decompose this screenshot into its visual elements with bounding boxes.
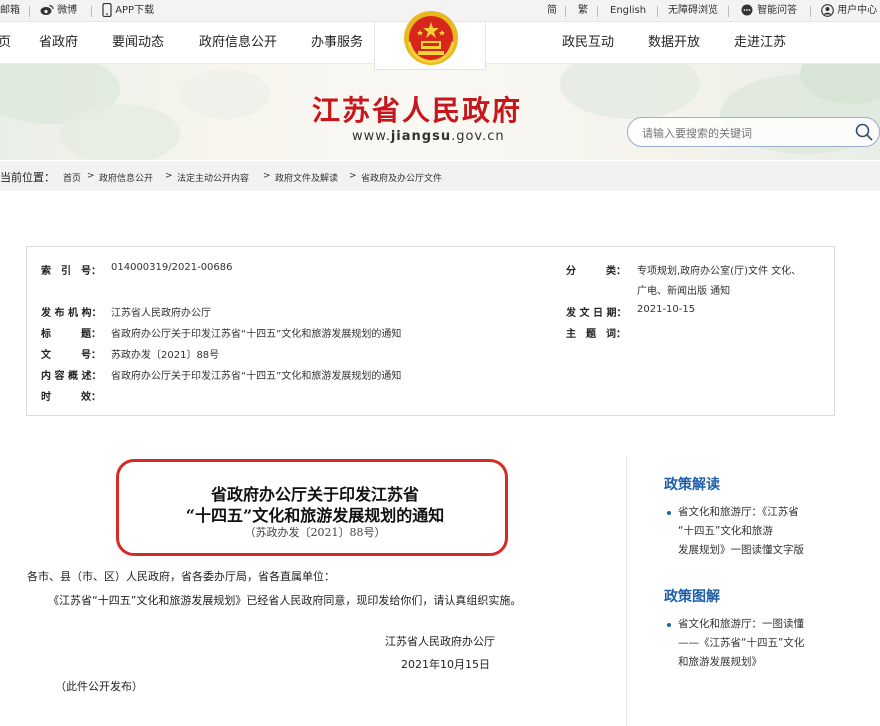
breadcrumb-separator: > xyxy=(263,171,271,181)
document-sign-date: 2021年10月15日 xyxy=(401,658,490,671)
bullet-icon xyxy=(667,623,671,627)
nav-item-province-gov[interactable]: 省政府 xyxy=(39,22,78,64)
summary-label: 内 容 概 述： xyxy=(41,371,102,382)
nav-item-home[interactable]: 页 xyxy=(0,22,11,64)
document-signer: 江苏省人民政府办公厅 xyxy=(385,635,495,648)
title-label: 标 题： xyxy=(41,329,101,340)
link-line: ——《江苏省“十四五”文化 xyxy=(678,637,805,649)
banner-decoration xyxy=(180,69,270,119)
weibo-icon xyxy=(40,4,54,15)
link-line: 和旅游发展规划》 xyxy=(678,656,762,668)
search-icon[interactable] xyxy=(855,123,873,141)
category-value: 专项规划,政府办公室(厅)文件 文化、 xyxy=(637,266,802,277)
document-title-line2: “十四五”文化和旅游发展规划的通知 xyxy=(185,506,445,525)
breadcrumb-item-home[interactable]: 首页 xyxy=(63,171,81,184)
user-icon xyxy=(821,3,834,17)
divider xyxy=(565,6,566,17)
breadcrumb-item-info-disclosure[interactable]: 政府信息公开 xyxy=(99,171,153,184)
user-center-label: 用户中心 xyxy=(837,5,878,16)
breadcrumb-item-mandatory[interactable]: 法定主动公开内容 xyxy=(177,171,249,184)
category-value-cont: 广电、新闻出版 通知 xyxy=(637,286,731,297)
document-number: （苏政办发〔2021〕88号） xyxy=(244,526,386,539)
issue-date-label: 发 文 日 期： xyxy=(566,308,627,319)
nav-item-interaction[interactable]: 政民互动 xyxy=(562,22,614,64)
breadcrumb-separator: > xyxy=(87,171,95,181)
traditional-chinese-link[interactable]: 繁 xyxy=(578,0,588,22)
document-paragraph: 《江苏省“十四五”文化和旅游发展规划》已经省人民政府同意，现印发给你们，请认真组… xyxy=(48,594,522,607)
link-line: 省文化和旅游厅：一图读懂 xyxy=(678,618,804,630)
doc-number-value: 苏政办发〔2021〕88号 xyxy=(111,350,220,361)
validity-label: 时 效： xyxy=(41,392,101,403)
divider xyxy=(597,6,598,17)
phone-icon xyxy=(102,3,112,17)
accessibility-link[interactable]: 无障碍浏览 xyxy=(668,0,718,22)
weibo-link[interactable]: 微博 xyxy=(40,0,77,22)
english-link[interactable]: English xyxy=(610,0,646,22)
breadcrumb-separator: > xyxy=(165,171,173,181)
chat-bubble-icon xyxy=(741,4,753,15)
site-url: www.jiangsu.gov.cn xyxy=(352,129,505,144)
doc-number-label: 文 号： xyxy=(41,350,101,361)
smart-qa-link[interactable]: 智能问答 xyxy=(740,0,797,22)
document-info-table: 索 引 号： 014000319/2021-00686 分 类： 专项规划,政府… xyxy=(26,246,835,416)
mail-link[interactable]: 邮箱 xyxy=(0,0,20,22)
nav-item-news[interactable]: 要闻动态 xyxy=(112,22,164,64)
banner-decoration xyxy=(560,64,700,119)
divider xyxy=(728,6,729,17)
nav-item-open-data[interactable]: 数据开放 xyxy=(648,22,700,64)
divider xyxy=(810,6,811,17)
breadcrumb-separator: > xyxy=(349,171,357,181)
mail-label: 邮箱 xyxy=(0,5,20,16)
divider xyxy=(91,6,92,17)
banner-decoration xyxy=(60,104,180,160)
breadcrumb-item-office-docs[interactable]: 省政府及办公厅文件 xyxy=(361,171,442,184)
policy-interpretation-heading: 政策解读 xyxy=(664,477,720,493)
link-line: “十四五”文化和旅游 xyxy=(678,525,773,537)
weibo-label: 微博 xyxy=(57,5,78,16)
subject-label: 主 题 词： xyxy=(566,329,626,340)
nav-item-services[interactable]: 办事服务 xyxy=(311,22,363,64)
app-label: APP下载 xyxy=(115,5,155,16)
national-emblem-icon xyxy=(404,11,458,65)
nav-item-info-disclosure[interactable]: 政府信息公开 xyxy=(199,22,277,64)
publisher-label: 发 布 机 构： xyxy=(41,308,102,319)
title-value: 省政府办公厅关于印发江苏省“十四五”文化和旅游发展规划的通知 xyxy=(111,329,402,340)
issue-date-value: 2021-10-15 xyxy=(637,304,696,315)
publisher-value: 江苏省人民政府办公厅 xyxy=(111,308,211,319)
document-salutation: 各市、县（市、区）人民政府，省各委办厅局，省各直属单位： xyxy=(27,570,335,583)
breadcrumb-lead: 当前位置： xyxy=(0,171,55,184)
search-box[interactable] xyxy=(627,117,880,147)
link-line: 发展规划》一图读懂文字版 xyxy=(678,544,804,556)
bullet-icon xyxy=(667,511,671,515)
nav-item-about-jiangsu[interactable]: 走进江苏 xyxy=(734,22,786,64)
sidebar-divider xyxy=(626,456,627,726)
divider xyxy=(29,6,30,17)
breadcrumb: 当前位置： 首页 > 政府信息公开 > 法定主动公开内容 > 政府文件及解读 >… xyxy=(0,161,880,191)
category-label: 分 类： xyxy=(566,266,626,277)
site-title: 江苏省人民政府 xyxy=(312,94,523,127)
index-label: 索 引 号： xyxy=(41,266,101,277)
app-download-link[interactable]: APP下载 xyxy=(102,0,154,22)
document-title-highlight: 省政府办公厅关于印发江苏省 “十四五”文化和旅游发展规划的通知 （苏政办发〔20… xyxy=(116,459,508,556)
national-emblem-tab xyxy=(374,11,486,70)
document-note: （此件公开发布） xyxy=(55,680,143,693)
user-center-link[interactable]: 用户中心 xyxy=(821,0,877,22)
smart-qa-label: 智能问答 xyxy=(757,5,798,16)
simplified-chinese-link[interactable]: 简 xyxy=(547,0,557,22)
index-value: 014000319/2021-00686 xyxy=(111,262,233,273)
breadcrumb-item-gov-docs[interactable]: 政府文件及解读 xyxy=(275,171,338,184)
link-line: 省文化和旅游厅：《江苏省 xyxy=(678,506,799,518)
policy-graphic-heading: 政策图解 xyxy=(664,589,720,605)
search-input[interactable] xyxy=(642,124,842,142)
divider xyxy=(657,6,658,17)
summary-value: 省政府办公厅关于印发江苏省“十四五”文化和旅游发展规划的通知 xyxy=(111,371,402,382)
